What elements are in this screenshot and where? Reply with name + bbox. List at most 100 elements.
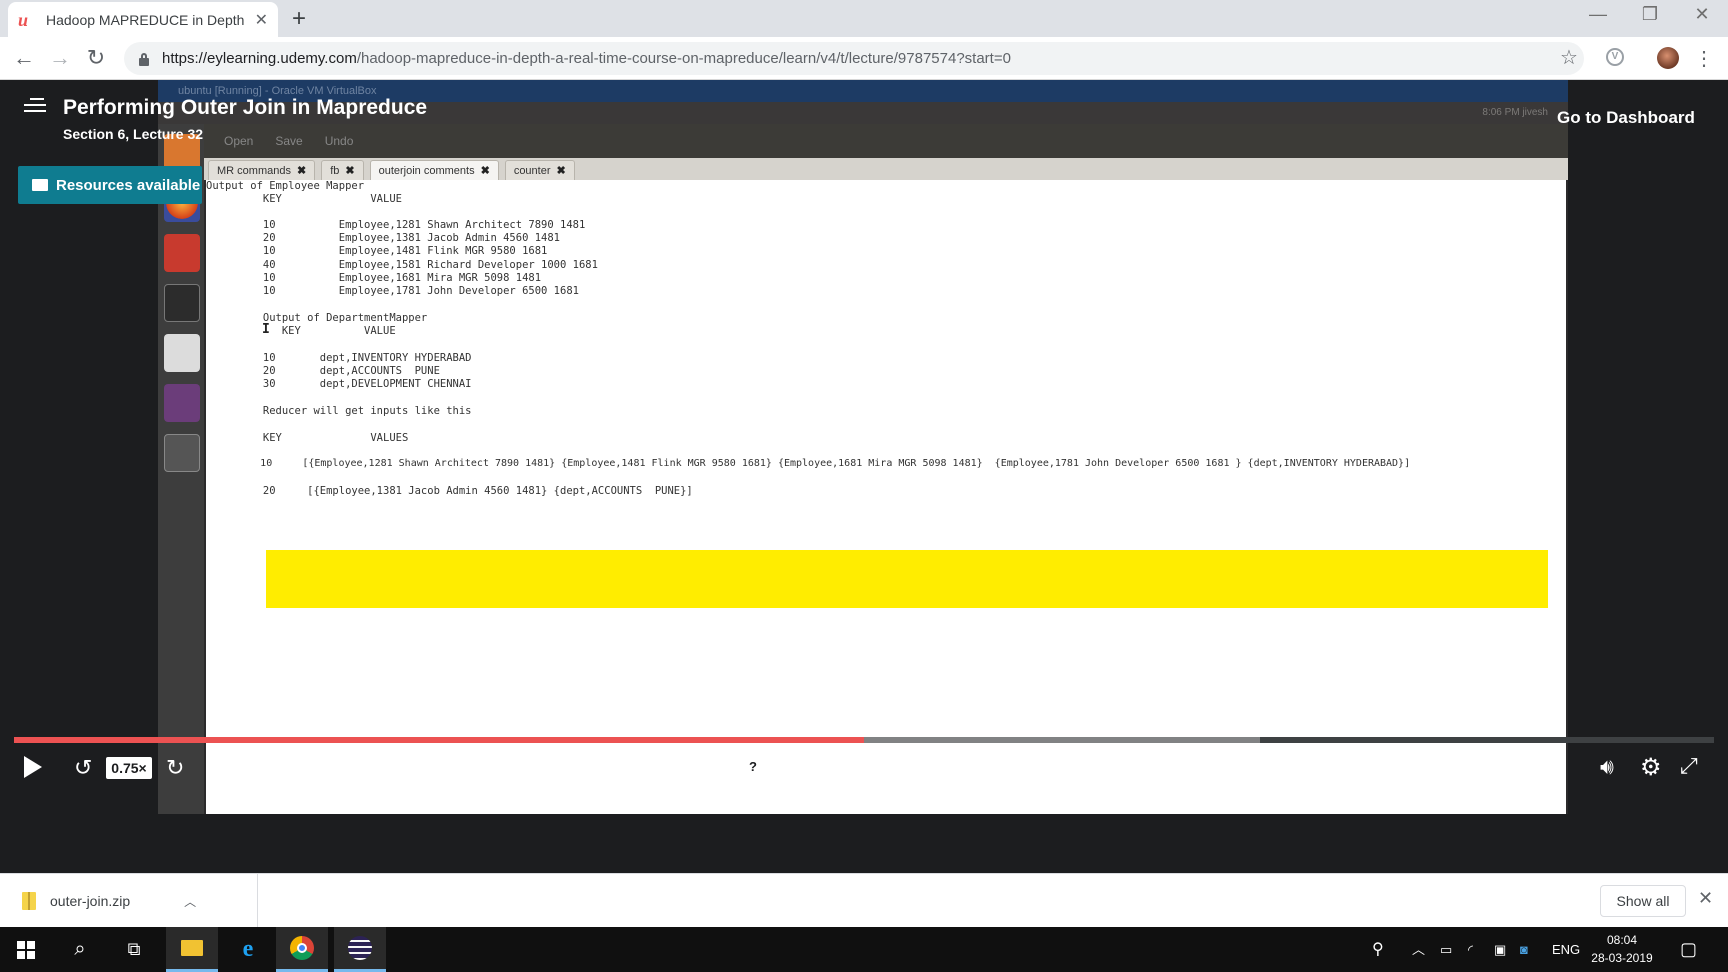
- tab-close-icon[interactable]: ✕: [255, 10, 268, 30]
- video-player[interactable]: ubuntu [Running] - Oracle VM VirtualBox …: [0, 80, 1728, 873]
- chrome-icon[interactable]: [276, 927, 328, 972]
- battery-icon[interactable]: ▭: [1440, 927, 1452, 972]
- resources-button[interactable]: Resources available: [18, 166, 202, 204]
- forward-icon[interactable]: ↻: [166, 755, 184, 781]
- forward-icon[interactable]: →: [46, 45, 74, 71]
- volume-icon[interactable]: 🔊︎: [1600, 754, 1614, 780]
- extension-v-icon[interactable]: V: [1606, 48, 1624, 66]
- lock-icon: [138, 52, 150, 66]
- open-label: Open: [224, 134, 254, 148]
- editor-line: KEY VALUE: [206, 325, 396, 337]
- wifi-icon[interactable]: ◜: [1468, 927, 1473, 972]
- internet-explorer-icon[interactable]: e: [222, 927, 274, 972]
- search-icon[interactable]: ⌕: [54, 927, 106, 972]
- lecture-section: Section 6, Lecture 32: [63, 126, 204, 142]
- url-host: https://eylearning.udemy.com: [162, 50, 357, 67]
- workspace-icon: [164, 434, 200, 472]
- editor-line: 20 Employee,1381 Jacob Admin 4560 1481: [206, 232, 561, 244]
- reload-icon[interactable]: ↻: [82, 45, 110, 71]
- terminal-icon: [164, 284, 200, 322]
- window-close-icon[interactable]: ✕: [1682, 4, 1722, 25]
- people-icon[interactable]: ⚲: [1372, 927, 1384, 972]
- course-menu-icon[interactable]: [24, 98, 46, 116]
- video-time: 4:32 / 9:04: [208, 758, 276, 774]
- tab-title: Hadoop MAPREDUCE in Depth |: [46, 11, 245, 28]
- editor-line: KEY VALUES: [206, 432, 409, 444]
- save-label: Save: [275, 134, 303, 148]
- fullscreen-icon[interactable]: ⤢: [1680, 753, 1698, 779]
- download-file-name: outer-join.zip: [50, 893, 131, 909]
- editor-line: 20 [{Employee,1381 Jacob Admin 4560 1481…: [206, 485, 693, 497]
- downloads-bar: outer-join.zip ︿ Show all ✕: [0, 873, 1728, 928]
- editor-tabs: MR commands ✖ fb ✖ outerjoin comments ✖ cou…: [204, 158, 1568, 180]
- udemy-favicon-icon: u: [18, 9, 29, 30]
- start-button[interactable]: [0, 927, 52, 972]
- windows-taskbar: ⌕ ⧉ e ⚲ ︿ ▭ ◜ ▣ ◙ ENG 08:04 28-03-2019 ▢: [0, 927, 1728, 972]
- clock-date: 28-03-2019: [1591, 951, 1653, 965]
- back-icon[interactable]: ←: [10, 45, 38, 71]
- add-bookmark-button[interactable]: Add Bookmark: [902, 758, 1025, 775]
- system-clock[interactable]: 08:04 28-03-2019: [1590, 931, 1654, 967]
- editor-line: 10 Employee,1481 Flink MGR 9580 1681: [206, 245, 548, 257]
- url-path: /hadoop-mapreduce-in-depth-a-real-time-c…: [356, 50, 1011, 67]
- task-view-icon[interactable]: ⧉: [108, 927, 160, 972]
- player-controls: ↺ 0.75× ↻ 4:32 / 9:04 ? Browse Q&A Add B…: [0, 748, 1728, 804]
- new-tab-button[interactable]: +: [292, 5, 306, 33]
- add-bookmark-label: Add Bookmark: [918, 758, 1025, 775]
- minimize-icon[interactable]: —: [1578, 4, 1618, 25]
- address-bar[interactable]: https://eylearning.udemy.com/hadoop-mapr…: [124, 42, 1584, 75]
- video-progress-bar[interactable]: [14, 737, 1714, 743]
- editor-tab-close-icon: ✖: [345, 165, 355, 177]
- continue-label: Continue: [1485, 758, 1550, 775]
- editor-line: 40 Employee,1581 Richard Developer 1000 …: [206, 259, 598, 271]
- editor-text-area: I Output of Employee Mapper KEY VALUE 10…: [206, 180, 1566, 814]
- windows-logo-icon: [17, 940, 35, 959]
- browse-qa-button[interactable]: ? Browse Q&A: [744, 758, 860, 776]
- text-editor-icon: [164, 334, 200, 372]
- profile-avatar[interactable]: [1657, 47, 1679, 69]
- network-icon[interactable]: ▣: [1494, 927, 1506, 972]
- editor-line: KEY VALUE: [206, 193, 402, 205]
- continue-button[interactable]: Continue: [1485, 758, 1564, 775]
- file-explorer-icon[interactable]: [166, 927, 218, 972]
- chevron-up-icon[interactable]: ︿: [184, 893, 196, 910]
- browser-menu-icon[interactable]: ⋮: [1694, 46, 1714, 71]
- app-tray-icon[interactable]: ◙: [1520, 927, 1528, 972]
- playback-speed-button[interactable]: 0.75×: [106, 757, 152, 779]
- editor-tab-label: fb: [330, 165, 340, 177]
- settings-gear-icon[interactable]: ⚙: [1640, 753, 1662, 782]
- highlighted-reducer-input: [266, 550, 1548, 608]
- editor-line: 20 dept,ACCOUNTS PUNE: [206, 365, 440, 377]
- show-hidden-icons-icon[interactable]: ︿: [1412, 927, 1425, 972]
- editor-toolbar: Open Save Undo: [204, 124, 1568, 158]
- play-icon[interactable]: [24, 756, 42, 778]
- editor-tab: fb ✖: [321, 160, 364, 180]
- resources-label: Resources available: [56, 176, 201, 194]
- editor-tab-label: outerjoin comments: [378, 165, 475, 177]
- editor-line: 10 [{Employee,1281 Shawn Architect 7890 …: [206, 458, 1411, 469]
- language-indicator[interactable]: ENG: [1552, 927, 1580, 972]
- editor-tab-active: outerjoin comments ✖: [369, 160, 499, 180]
- clock-time: 08:04: [1606, 933, 1638, 947]
- zip-file-icon: [22, 892, 36, 910]
- downloads-close-icon[interactable]: ✕: [1698, 888, 1713, 909]
- editor-line: 10 Employee,1781 John Developer 6500 168…: [206, 285, 579, 297]
- ubuntu-launcher: [158, 124, 204, 814]
- action-center-icon[interactable]: ▢: [1680, 927, 1697, 972]
- video-frame: ubuntu [Running] - Oracle VM VirtualBox …: [158, 80, 1568, 814]
- browser-tab[interactable]: u Hadoop MAPREDUCE in Depth | ✕: [8, 2, 278, 37]
- eclipse-taskbar-icon[interactable]: [334, 927, 386, 972]
- bookmark-icon: [902, 759, 912, 774]
- browse-qa-label: Browse Q&A: [768, 758, 860, 776]
- bookmark-star-icon[interactable]: ☆: [1560, 45, 1578, 70]
- download-item[interactable]: outer-join.zip ︿: [0, 874, 258, 928]
- folder-icon: [32, 179, 48, 191]
- editor-line: Output of DepartmentMapper: [206, 312, 428, 324]
- rewind-icon[interactable]: ↺: [74, 755, 92, 781]
- settings-app-icon: [164, 234, 200, 272]
- browser-toolbar: ← → ↻ https://eylearning.udemy.com/hadoo…: [0, 37, 1728, 80]
- editor-line: 10 Employee,1681 Mira MGR 5098 1481: [206, 272, 542, 284]
- show-all-button[interactable]: Show all: [1600, 885, 1686, 917]
- go-to-dashboard-link[interactable]: Go to Dashboard: [1557, 108, 1695, 128]
- restore-icon[interactable]: ❐: [1630, 4, 1670, 25]
